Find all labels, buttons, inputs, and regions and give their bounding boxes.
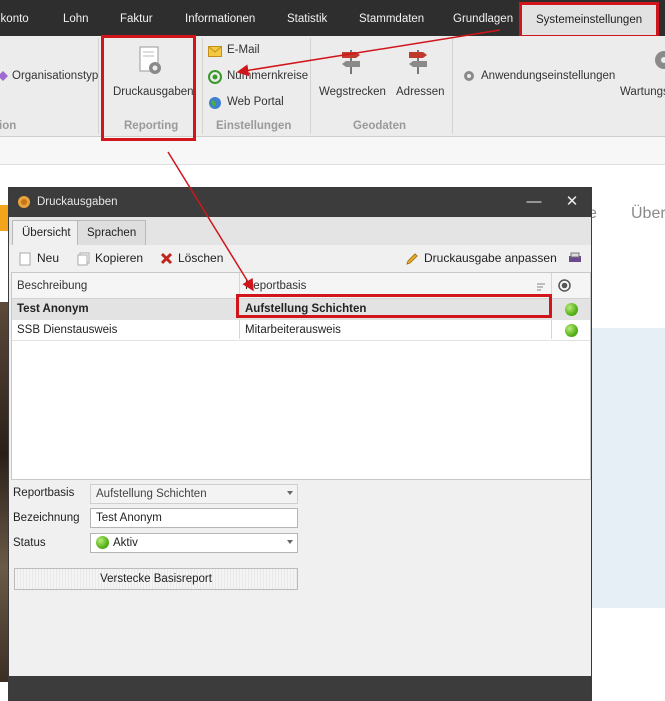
arrow-to-reportbasis <box>167 151 254 292</box>
arrow-to-druckausgaben <box>236 29 501 77</box>
annotation-arrows <box>167 29 501 292</box>
